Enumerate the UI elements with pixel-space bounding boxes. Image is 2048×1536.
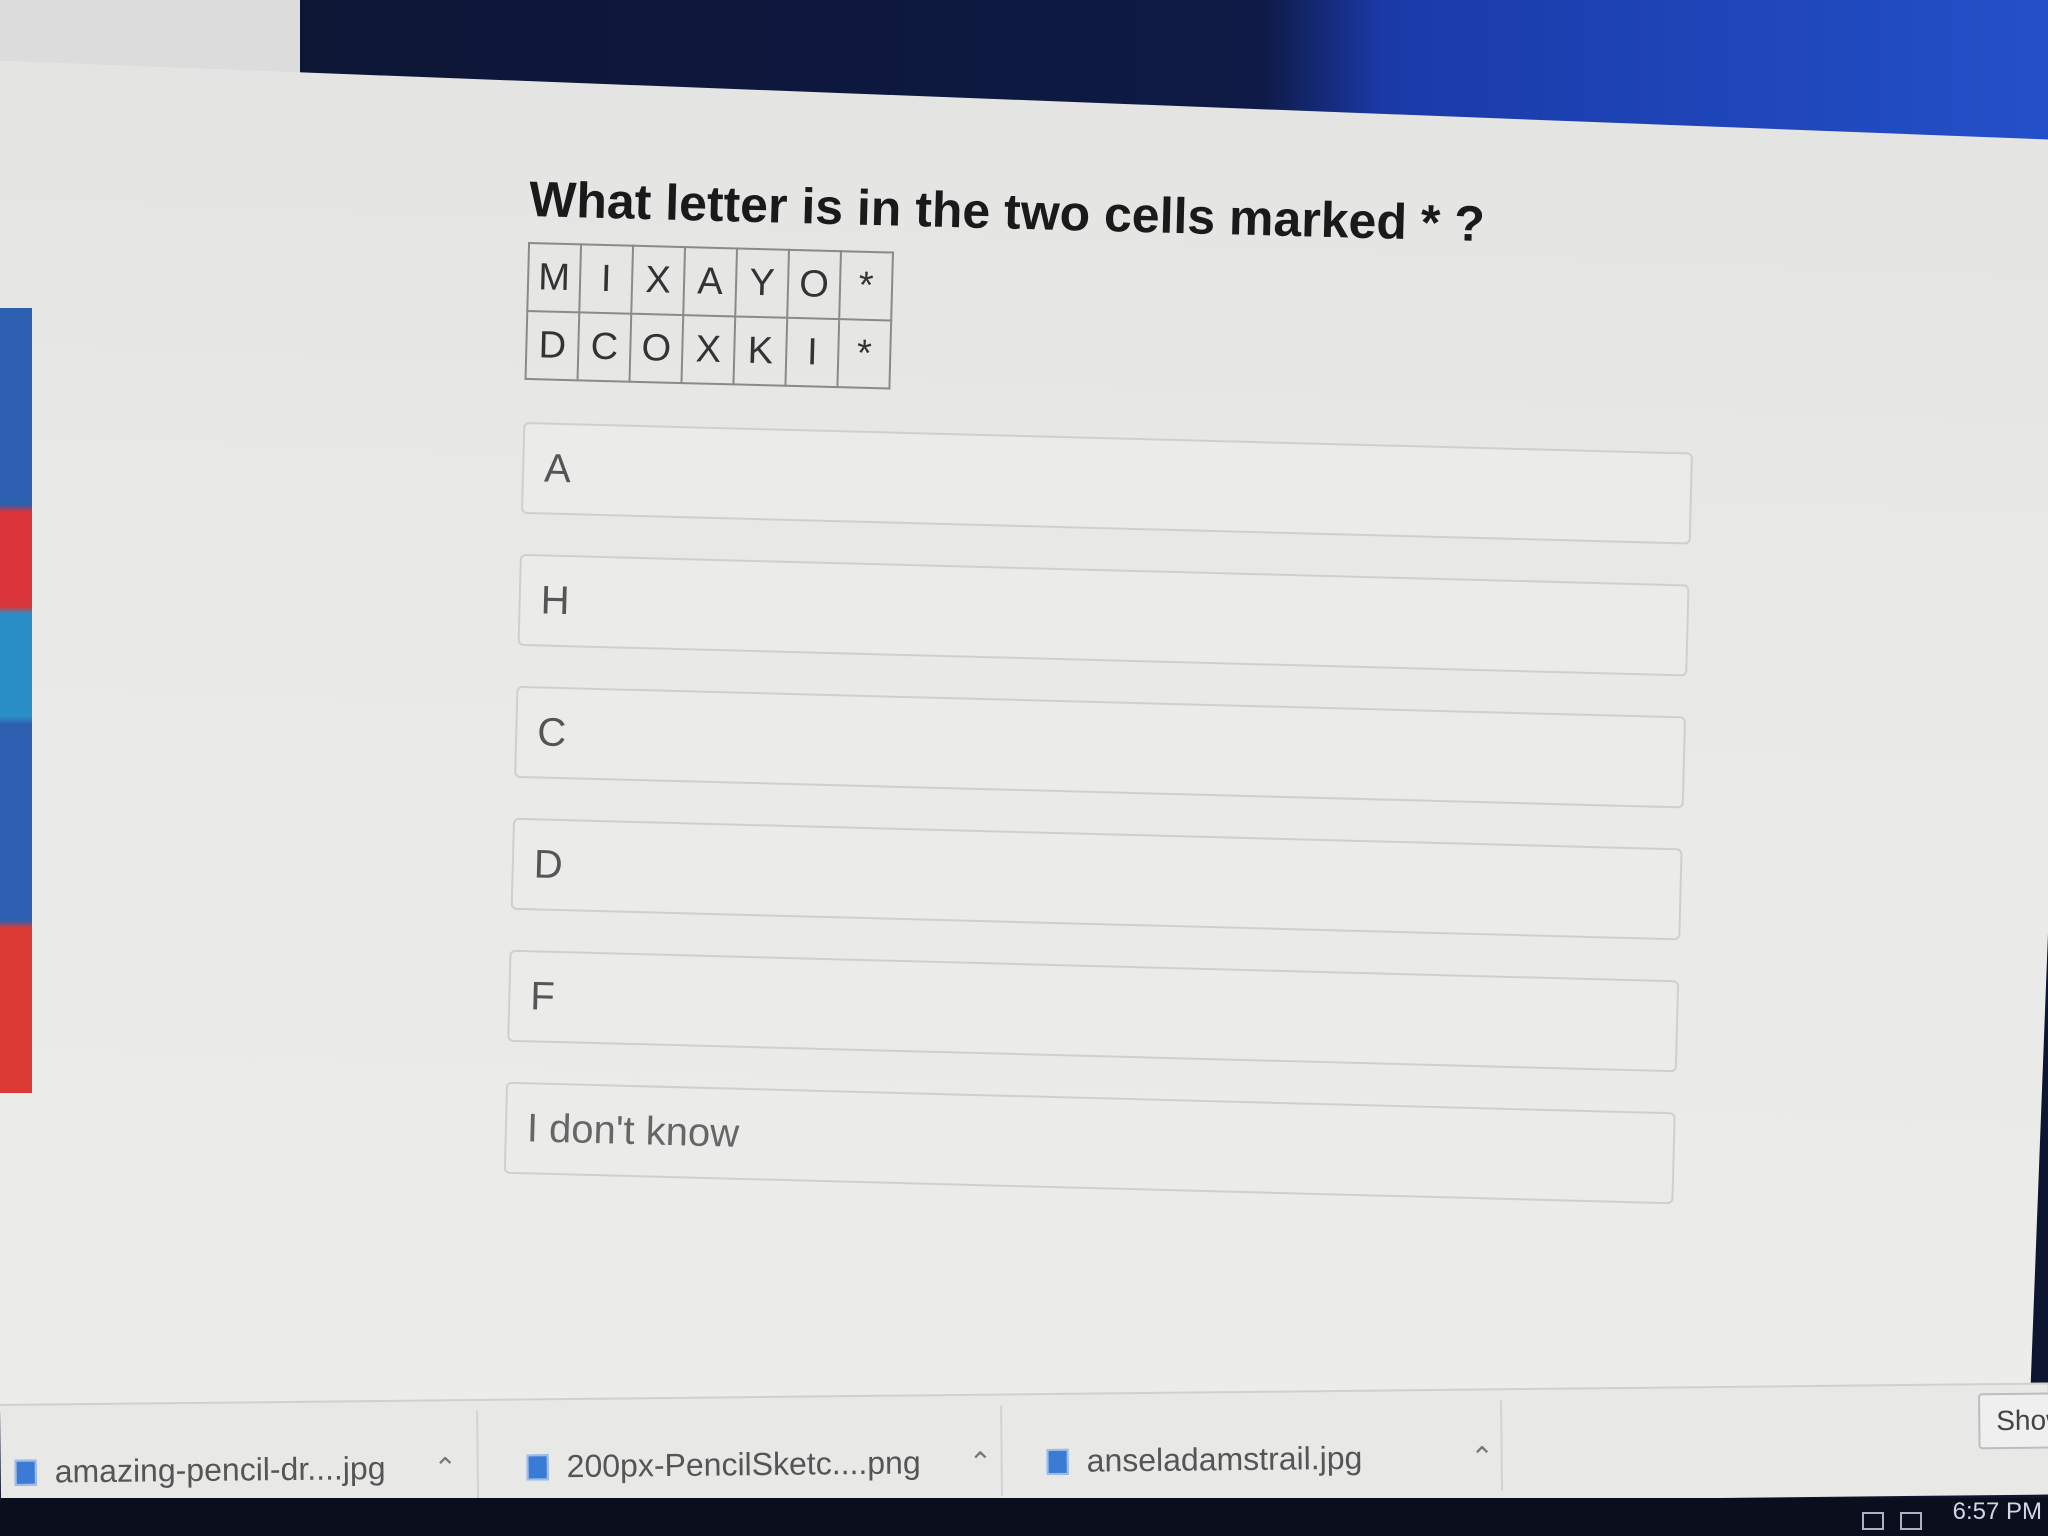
download-filename: amazing-pencil-dr....jpg (54, 1449, 386, 1490)
taskbar-clock[interactable]: 6:57 PM (1953, 1498, 2042, 1526)
grid-cell: O (629, 313, 684, 384)
grid-cell: C (577, 312, 632, 382)
download-bar: amazing-pencil-dr....jpg ⌃ 200px-PencilS… (0, 1382, 2048, 1516)
grid-row: M I X A Y O * (527, 243, 893, 321)
divider (1000, 1405, 1004, 1496)
chevron-up-icon[interactable]: ⌃ (433, 1451, 457, 1484)
answer-option-d[interactable]: D (510, 817, 1683, 941)
letter-grid: M I X A Y O * D C O X K I * (525, 242, 894, 390)
grid-cell-marked: * (837, 319, 892, 389)
chevron-up-icon[interactable]: ⌃ (968, 1446, 992, 1479)
image-file-icon (1046, 1448, 1069, 1475)
grid-cell-marked: * (839, 251, 893, 321)
grid-row: D C O X K I * (525, 310, 892, 389)
chevron-up-icon[interactable]: ⌃ (1470, 1440, 1494, 1473)
grid-cell: M (527, 243, 582, 313)
answer-option-f[interactable]: F (507, 949, 1680, 1073)
download-item[interactable]: 200px-PencilSketc....png ⌃ (526, 1444, 992, 1486)
grid-cell: Y (735, 248, 789, 318)
download-item[interactable]: amazing-pencil-dr....jpg ⌃ (14, 1449, 458, 1491)
grid-cell: K (733, 316, 788, 386)
download-filename: anseladamstrail.jpg (1086, 1439, 1363, 1479)
left-color-strip (0, 308, 32, 1093)
image-file-icon (526, 1453, 549, 1480)
download-filename: 200px-PencilSketc....png (566, 1444, 921, 1485)
taskbar: 6:57 PM (0, 1498, 2048, 1536)
image-file-icon (14, 1459, 37, 1486)
grid-cell: I (579, 244, 634, 314)
divider (476, 1410, 480, 1502)
answer-option-h[interactable]: H (517, 553, 1690, 677)
download-item[interactable]: anseladamstrail.jpg ⌃ (1046, 1438, 1494, 1480)
grid-cell: O (787, 249, 841, 320)
notification-icon[interactable] (1862, 1512, 1884, 1530)
screen: What letter is in the two cells marked *… (0, 0, 2048, 1536)
grid-cell: A (683, 247, 738, 317)
grid-cell: I (785, 317, 840, 388)
divider (1500, 1400, 1503, 1491)
answer-option-c[interactable]: C (514, 685, 1687, 809)
grid-cell: X (631, 245, 686, 316)
answer-option-dont-know[interactable]: I don't know (503, 1081, 1676, 1205)
quiz-content: What letter is in the two cells marked *… (503, 170, 1730, 1245)
grid-cell: D (525, 310, 580, 381)
volume-icon[interactable] (1900, 1512, 1922, 1530)
show-all-downloads-button[interactable]: Show (1977, 1392, 2048, 1450)
grid-cell: X (681, 315, 736, 385)
answer-option-a[interactable]: A (520, 421, 1694, 545)
